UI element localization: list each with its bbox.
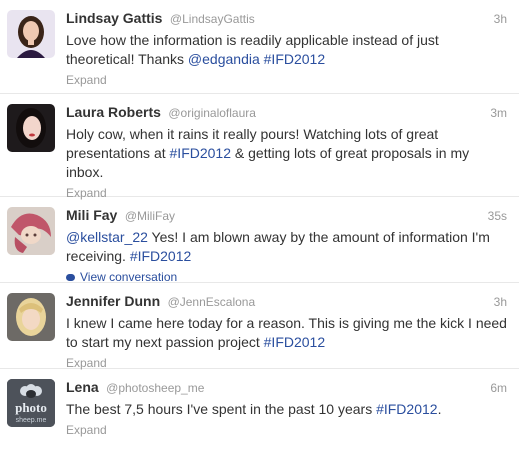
speech-bubble-icon [66,274,75,281]
hashtag-link[interactable]: #IFD2012 [130,248,191,264]
logo-text: photo [15,400,47,415]
author-handle[interactable]: @MiliFay [125,209,175,223]
tweet-text: Holy cow, when it rains it really pours!… [66,125,507,182]
avatar[interactable] [7,207,55,255]
author-handle[interactable]: @photosheep_me [106,381,204,395]
tweet-item[interactable]: photo sheep.me Lena @photosheep_me 6m Th… [0,369,519,455]
tweet-item[interactable]: Mili Fay @MiliFay 35s @kellstar_22 Yes! … [0,197,519,284]
tweet-timestamp[interactable]: 6m [490,381,507,395]
expand-link[interactable]: Expand [66,73,507,87]
author-name[interactable]: Lena [66,379,99,395]
author-name[interactable]: Laura Roberts [66,104,161,120]
author-name[interactable]: Lindsay Gattis [66,10,162,26]
tweet-timestamp[interactable]: 3h [494,12,507,26]
avatar[interactable] [7,10,55,58]
tweet-text: I knew I came here today for a reason. T… [66,314,507,352]
tweet-feed: Lindsay Gattis @LindsayGattis 3h Love ho… [0,0,519,455]
avatar[interactable]: photo sheep.me [7,379,55,427]
tweet-text: Love how the information is readily appl… [66,31,507,69]
author-name[interactable]: Jennifer Dunn [66,293,160,309]
view-conversation-label[interactable]: View conversation [80,270,177,284]
mention-link[interactable]: @edgandia [188,51,260,67]
hashtag-link[interactable]: #IFD2012 [264,51,325,67]
tweet-text: @kellstar_22 Yes! I am blown away by the… [66,228,507,266]
tweet-timestamp[interactable]: 3m [490,106,507,120]
view-conversation-link[interactable]: View conversation [66,270,507,284]
logo-subtext: sheep.me [16,417,47,424]
expand-link[interactable]: Expand [66,356,507,370]
mention-link[interactable]: @kellstar_22 [66,229,148,245]
hashtag-link[interactable]: #IFD2012 [170,145,231,161]
tweet-item[interactable]: Jennifer Dunn @JennEscalona 3h I knew I … [0,283,519,370]
author-name[interactable]: Mili Fay [66,207,117,223]
tweet-timestamp[interactable]: 3h [494,295,507,309]
tweet-timestamp[interactable]: 35s [488,209,507,223]
text-segment: The best 7,5 hours I've spent in the pas… [66,401,377,417]
author-handle[interactable]: @LindsayGattis [170,12,255,26]
author-handle[interactable]: @originaloflaura [168,106,256,120]
avatar[interactable] [7,293,55,341]
author-handle[interactable]: @JennEscalona [168,295,256,309]
hashtag-link[interactable]: #IFD2012 [264,334,325,350]
text-segment: . [437,401,442,417]
tweet-item[interactable]: Laura Roberts @originaloflaura 3m Holy c… [0,94,519,200]
expand-link[interactable]: Expand [66,423,507,437]
hashtag-link[interactable]: #IFD2012 [376,401,437,417]
tweet-item[interactable]: Lindsay Gattis @LindsayGattis 3h Love ho… [0,0,519,94]
tweet-text: The best 7,5 hours I've spent in the pas… [66,400,507,419]
avatar[interactable] [7,104,55,152]
